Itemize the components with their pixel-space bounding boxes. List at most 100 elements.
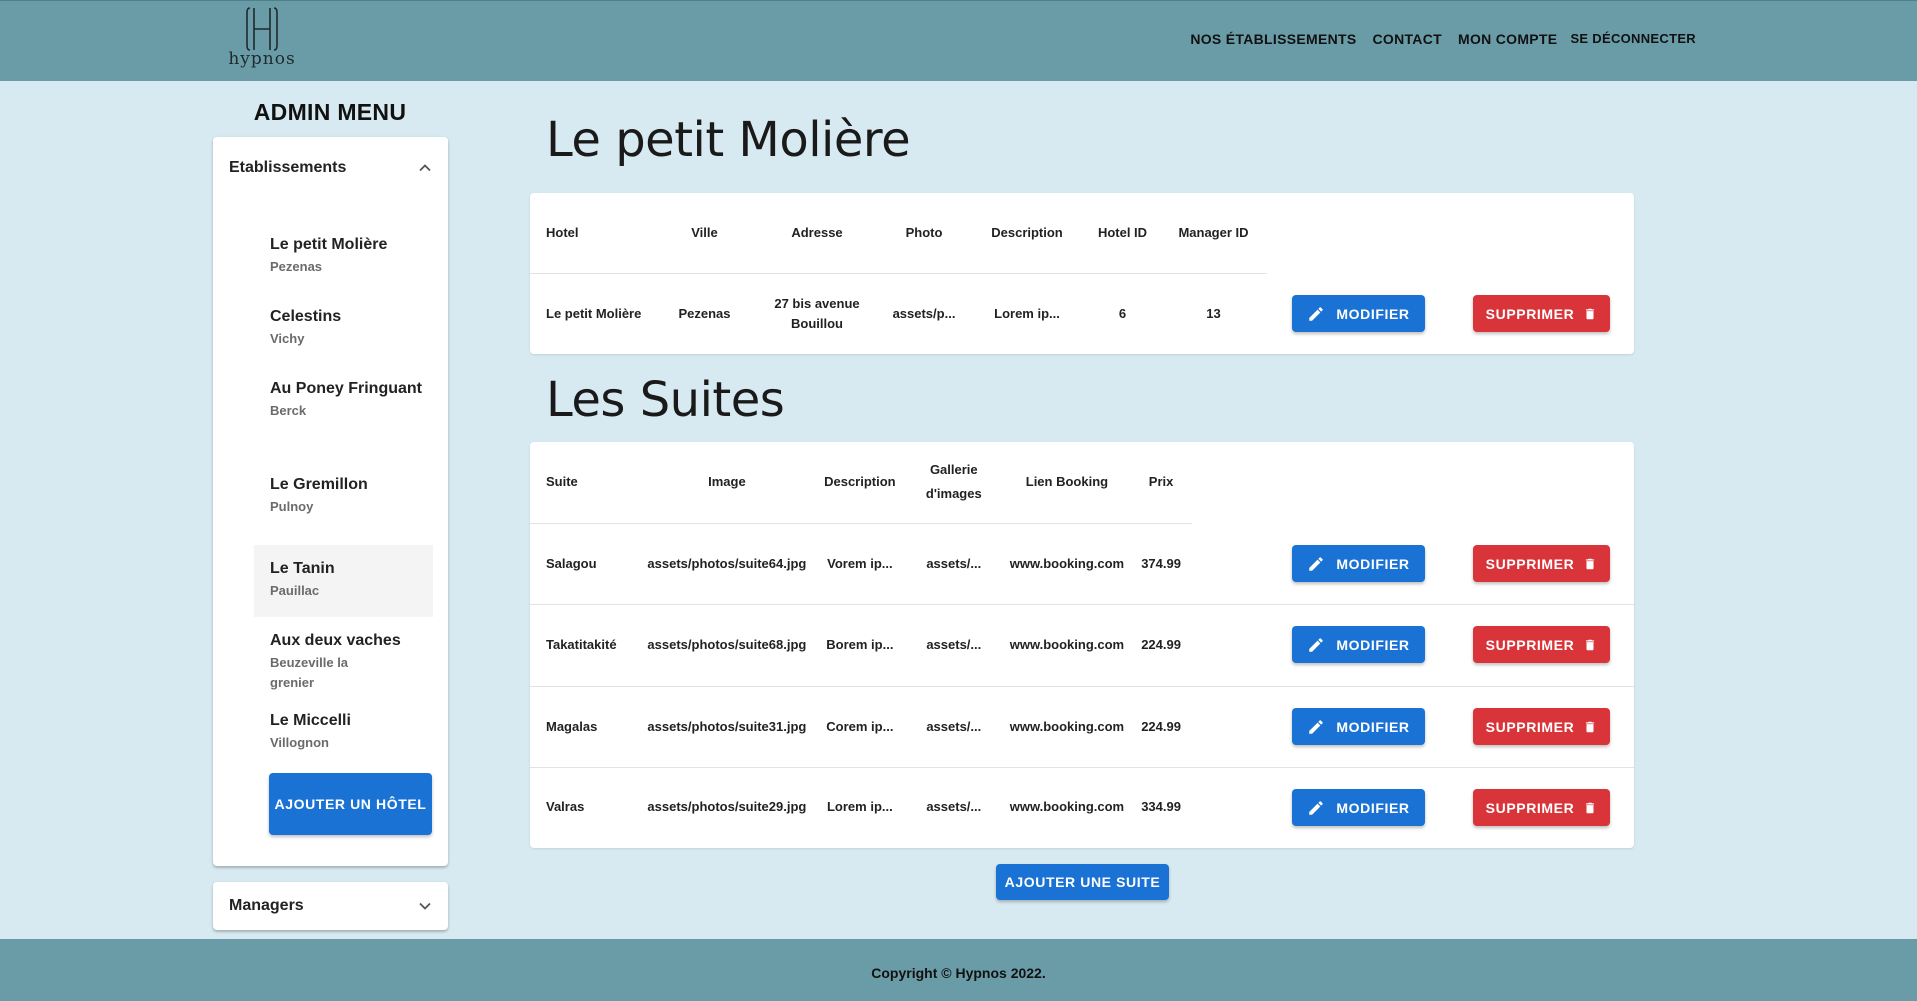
modify-hotel-button[interactable]: MODIFIER bbox=[1292, 295, 1425, 332]
cell-image: assets/photos/suite29.jpg bbox=[647, 799, 807, 815]
column-header-suite: Suite bbox=[530, 442, 638, 524]
logo-wordmark: hypnos bbox=[228, 49, 296, 69]
hotel-list-item[interactable]: Le Gremillon Pulnoy bbox=[254, 473, 433, 545]
hotel-list-item[interactable]: Le petit Molière Pezenas bbox=[254, 233, 433, 305]
modify-label: MODIFIER bbox=[1336, 305, 1410, 322]
managers-accordion: Managers bbox=[213, 882, 448, 930]
table-row: Takatitakité assets/photos/suite68.jpg B… bbox=[530, 604, 1634, 687]
delete-suite-button[interactable]: SUPPRIMER bbox=[1473, 545, 1610, 582]
hotel-list-item[interactable]: Au Poney Fringuant Berck bbox=[254, 377, 433, 473]
table-row: Le petit Molière Pezenas 27 bis avenue B… bbox=[530, 273, 1267, 354]
table-row: Valras assets/photos/suite29.jpg Lorem i… bbox=[530, 767, 1634, 847]
copyright-text: Copyright © Hypnos 2022. bbox=[871, 965, 1046, 981]
cell-photo: assets/p... bbox=[892, 305, 956, 321]
cell-description: Lorem ip... bbox=[994, 305, 1060, 321]
managers-label: Managers bbox=[229, 897, 304, 914]
top-header: hypnos NOS ÉTABLISSEMENTS CONTACT MON CO… bbox=[0, 0, 1917, 81]
modify-suite-button[interactable]: MODIFIER bbox=[1292, 626, 1425, 663]
hypnos-logo[interactable]: hypnos bbox=[228, 5, 296, 79]
cell-prix: 224.99 bbox=[1130, 686, 1193, 768]
cell-gallery: assets/... bbox=[903, 604, 1004, 687]
cell-suite: Valras bbox=[546, 799, 585, 815]
cell-gallery: assets/... bbox=[926, 799, 982, 815]
pencil-icon bbox=[1309, 556, 1324, 571]
nav-mon-compte[interactable]: MON COMPTE bbox=[1458, 31, 1557, 47]
hotel-list: Le petit Molière Pezenas Celestins Vichy… bbox=[254, 233, 433, 757]
etablissements-label: Etablissements bbox=[229, 159, 347, 176]
table-row: Magalas assets/photos/suite31.jpg Corem … bbox=[530, 686, 1634, 768]
pencil-icon bbox=[1309, 719, 1324, 734]
add-hotel-button[interactable]: AJOUTER UN HÔTEL bbox=[269, 773, 432, 835]
column-header-image: Image bbox=[637, 442, 816, 524]
hotel-table: Hotel Ville Adresse Photo Description Ho… bbox=[530, 193, 1267, 354]
cell-manager-id: 13 bbox=[1206, 305, 1221, 321]
hotel-list-item-city: Beuzeville la grenier bbox=[270, 655, 349, 690]
hotel-list-item-name: Le petit Molière bbox=[270, 236, 388, 253]
cell-booking: www.booking.com bbox=[1003, 523, 1131, 605]
cell-prix: 374.99 bbox=[1130, 523, 1193, 605]
hotel-table-header-row: Hotel Ville Adresse Photo Description Ho… bbox=[530, 193, 1267, 274]
modify-label: MODIFIER bbox=[1336, 799, 1410, 816]
cell-hotel-id: 6 bbox=[1118, 305, 1127, 321]
hotel-list-item-city: Villognon bbox=[270, 735, 329, 750]
hotel-list-item-name: Au Poney Fringuant bbox=[270, 380, 422, 397]
cell-suite: Magalas bbox=[530, 686, 638, 768]
hotel-list-item[interactable]: Le Miccelli Villognon bbox=[254, 709, 433, 757]
cell-booking: www.booking.com bbox=[1003, 604, 1131, 687]
cell-ville: Pezenas bbox=[678, 305, 731, 321]
hotel-list-item[interactable]: Aux deux vaches Beuzeville la grenier bbox=[254, 617, 433, 709]
nav-contact[interactable]: CONTACT bbox=[1372, 31, 1442, 47]
managers-accordion-header[interactable]: Managers bbox=[213, 882, 448, 930]
hotel-list-item-name: Le Tanin bbox=[270, 560, 335, 577]
column-header-ville: Ville bbox=[654, 193, 755, 274]
add-suite-button[interactable]: AJOUTER UNE SUITE bbox=[996, 864, 1169, 900]
hotel-title: Le petit Molière bbox=[546, 112, 911, 168]
delete-label: SUPPRIMER bbox=[1485, 305, 1575, 322]
chevron-up-icon bbox=[419, 164, 431, 172]
delete-suite-button[interactable]: SUPPRIMER bbox=[1473, 789, 1610, 826]
pencil-icon bbox=[1309, 800, 1324, 815]
delete-suite-button[interactable]: SUPPRIMER bbox=[1473, 626, 1610, 663]
modify-suite-button[interactable]: MODIFIER bbox=[1292, 789, 1425, 826]
delete-hotel-button[interactable]: SUPPRIMER bbox=[1473, 295, 1610, 332]
cell-gallery: assets/... bbox=[903, 686, 1004, 768]
cell-description: Borem ip... bbox=[815, 604, 904, 687]
cell-adresse: 27 bis avenue Bouillou bbox=[774, 295, 860, 331]
cell-booking: www.booking.com bbox=[1003, 686, 1131, 768]
modify-suite-button[interactable]: MODIFIER bbox=[1292, 545, 1425, 582]
suites-title: Les Suites bbox=[546, 372, 785, 428]
cell-hotel: Le petit Molière bbox=[546, 305, 642, 321]
logo-h-icon bbox=[246, 7, 278, 51]
delete-label: SUPPRIMER bbox=[1485, 718, 1575, 735]
cell-image: assets/photos/suite31.jpg bbox=[637, 686, 816, 768]
delete-label: SUPPRIMER bbox=[1485, 799, 1575, 816]
hotel-table-card: Hotel Ville Adresse Photo Description Ho… bbox=[530, 193, 1634, 354]
pencil-icon bbox=[1309, 637, 1324, 652]
hotel-list-item-name: Le Gremillon bbox=[270, 476, 368, 493]
modify-suite-button[interactable]: MODIFIER bbox=[1292, 708, 1425, 745]
suites-table: Suite Image Description Gallerie d'image… bbox=[530, 442, 1634, 847]
delete-label: SUPPRIMER bbox=[1485, 555, 1575, 572]
hotel-list-item-city: Vichy bbox=[270, 331, 305, 346]
admin-menu-title: ADMIN MENU bbox=[253, 99, 407, 125]
cell-image: assets/photos/suite64.jpg bbox=[637, 523, 816, 605]
hotel-list-item-name: Le Miccelli bbox=[270, 712, 351, 729]
column-header-booking: Lien Booking bbox=[1003, 442, 1131, 524]
hotel-list-item-active[interactable]: Le Tanin Pauillac bbox=[254, 545, 433, 617]
column-header-gallery: Gallerie d'images bbox=[903, 442, 1004, 524]
hotel-list-item[interactable]: Celestins Vichy bbox=[254, 305, 433, 377]
nav-etablissements[interactable]: NOS ÉTABLISSEMENTS bbox=[1190, 31, 1356, 47]
trash-icon bbox=[1586, 308, 1595, 319]
hotel-list-item-city: Berck bbox=[270, 403, 307, 418]
table-row: Salagou assets/photos/suite64.jpg Vorem … bbox=[530, 523, 1634, 605]
hotel-list-item-name: Aux deux vaches bbox=[270, 632, 401, 649]
footer: Copyright © Hypnos 2022. bbox=[0, 939, 1917, 1001]
nav-deconnecter[interactable]: SE DÉCONNECTER bbox=[1570, 31, 1696, 47]
cell-booking: www.booking.com bbox=[1009, 799, 1125, 815]
etablissements-accordion-header[interactable]: Etablissements bbox=[213, 137, 448, 199]
delete-suite-button[interactable]: SUPPRIMER bbox=[1473, 708, 1610, 745]
delete-label: SUPPRIMER bbox=[1485, 636, 1575, 653]
hotel-list-item-name: Celestins bbox=[270, 308, 342, 325]
modify-label: MODIFIER bbox=[1336, 555, 1410, 572]
cell-gallery: assets/... bbox=[903, 523, 1004, 605]
